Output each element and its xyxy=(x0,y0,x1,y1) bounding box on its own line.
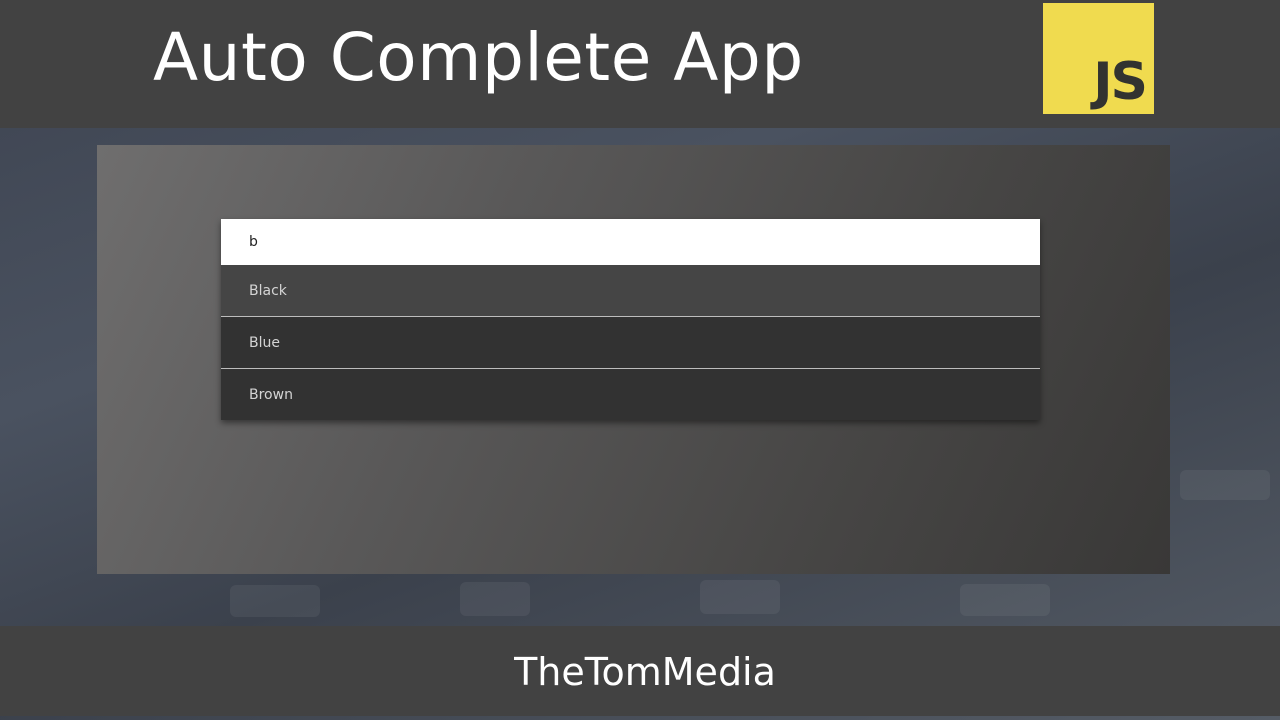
thumbnail-frame: Auto Complete App JS Black Blue Brown Th… xyxy=(0,0,1280,720)
page-title: Auto Complete App xyxy=(153,19,804,96)
background-key xyxy=(700,580,780,614)
app-screen: Black Blue Brown xyxy=(97,145,1170,574)
header-band: Auto Complete App JS xyxy=(0,0,1280,128)
search-input[interactable] xyxy=(221,219,1040,265)
background-key xyxy=(960,584,1050,616)
javascript-logo: JS xyxy=(1043,3,1154,114)
suggestion-label: Black xyxy=(249,282,287,299)
autocomplete-widget: Black Blue Brown xyxy=(221,219,1040,420)
suggestion-label: Brown xyxy=(249,386,293,403)
footer-band: TheTomMedia xyxy=(0,626,1280,716)
suggestion-item[interactable]: Blue xyxy=(221,316,1040,368)
suggestion-label: Blue xyxy=(249,334,280,351)
suggestion-item[interactable]: Black xyxy=(221,265,1040,316)
background-key xyxy=(230,585,320,617)
background-key xyxy=(460,582,530,616)
brand-name: TheTomMedia xyxy=(514,650,776,694)
background-key xyxy=(1180,470,1270,500)
suggestion-item[interactable]: Brown xyxy=(221,368,1040,420)
javascript-logo-text: JS xyxy=(1093,52,1148,112)
